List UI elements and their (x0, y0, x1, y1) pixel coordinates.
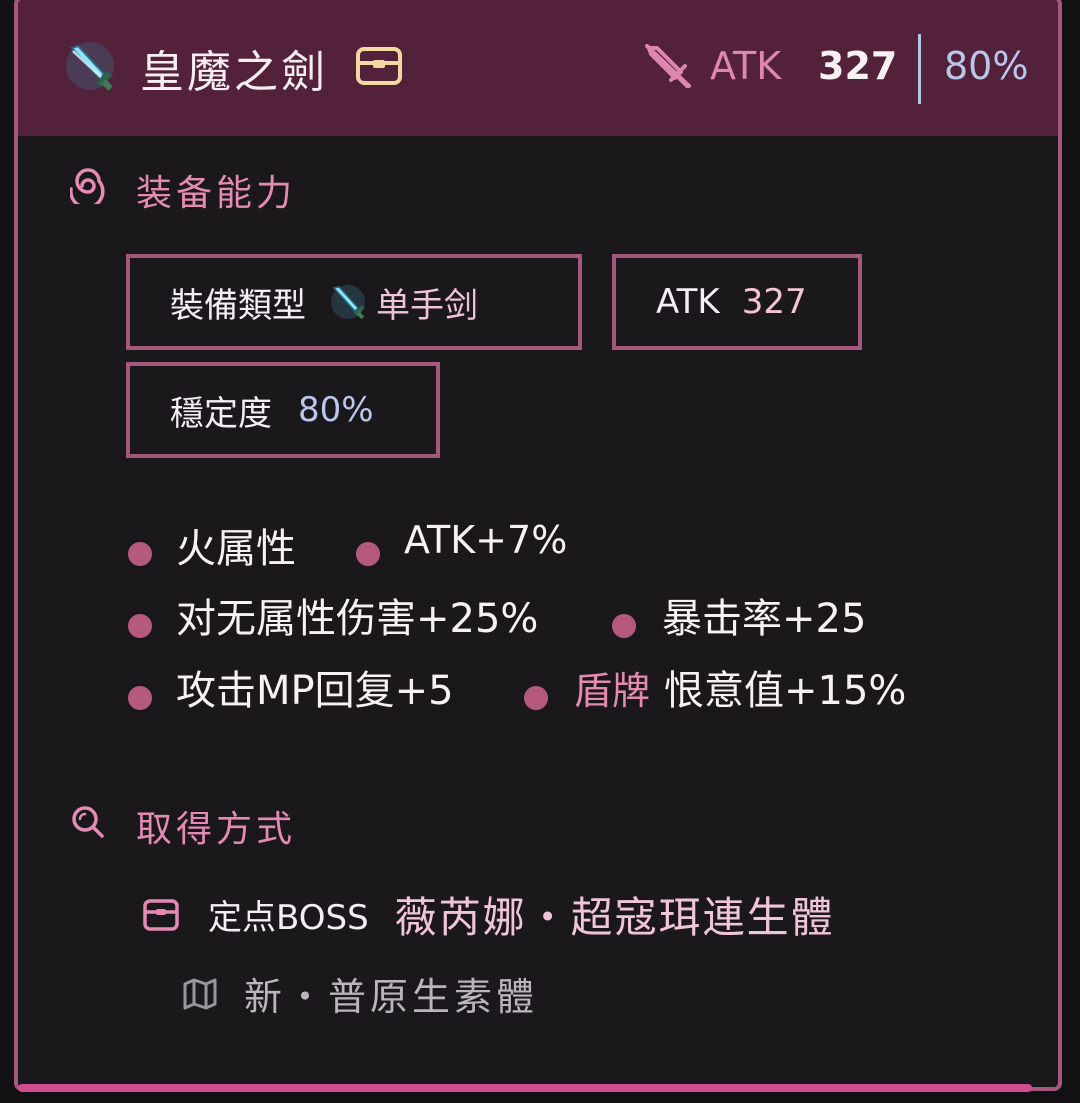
map-icon (183, 978, 217, 1009)
stat-weapon-type: 裝備類型 单手剑 (126, 254, 582, 350)
bullet-dot (524, 686, 548, 710)
item-card: 皇魔之劍 ATK 327 80% 装备能力 裝備類型 单手剑 ATK 327 穩… (14, 0, 1062, 1091)
header-stability: 80% (944, 44, 1029, 88)
equip-section-title: 装备能力 (136, 173, 297, 214)
stat-stability: 穩定度 80% (126, 362, 440, 458)
bullet-dot (128, 614, 152, 638)
source-type: 定点BOSS (208, 898, 369, 938)
header-atk-value: 327 (818, 44, 898, 88)
stability-label: 穩定度 (170, 393, 272, 434)
item-name: 皇魔之劍 (140, 47, 328, 98)
bonus-item-hate: 盾牌 恨意值+15% (574, 658, 906, 716)
map-name[interactable]: 新・普原生素體 (244, 966, 538, 1021)
weapon-type-label: 裝備類型 (170, 285, 306, 326)
bullet-dot (128, 686, 152, 710)
search-icon (72, 806, 104, 838)
atk-value: 327 (741, 282, 807, 322)
hate-bonus: 恨意值+15% (664, 668, 907, 714)
atk-label: ATK (656, 282, 720, 322)
bullet-dot (128, 542, 152, 566)
sword-item-icon (66, 42, 114, 91)
bullet-dot (612, 614, 636, 638)
stat-atk: ATK 327 (612, 254, 862, 350)
bonus-item: 火属性 (176, 526, 296, 572)
chest-small-icon (143, 898, 179, 931)
spiral-icon (70, 168, 105, 204)
sword-off-icon (645, 44, 691, 88)
header-divider (918, 34, 921, 104)
sword-type-icon (331, 285, 365, 320)
shield-tag: 盾牌 (574, 668, 651, 713)
stability-value: 80% (298, 390, 374, 430)
source-boss-row[interactable]: 定点BOSS 薇芮娜・超寇珥連生體 (142, 884, 835, 945)
source-section-title: 取得方式 (136, 809, 297, 850)
source-map-row[interactable]: 新・普原生素體 (182, 966, 538, 1021)
bonus-item: 对无属性伤害+25% (176, 596, 539, 642)
item-header: 皇魔之劍 ATK 327 80% (18, 0, 1058, 136)
card-bottom-bar (18, 1084, 1032, 1092)
boss-name[interactable]: 薇芮娜・超寇珥連生體 (395, 884, 835, 945)
bonus-item: 攻击MP回复+5 (176, 668, 454, 714)
bonus-item: 暴击率+25 (662, 596, 867, 642)
weapon-type-value: 单手剑 (376, 285, 478, 326)
bullet-dot (356, 542, 380, 566)
chest-icon[interactable] (355, 46, 403, 86)
header-atk-label: ATK (710, 44, 782, 88)
bonus-item: ATK+7% (404, 518, 568, 562)
